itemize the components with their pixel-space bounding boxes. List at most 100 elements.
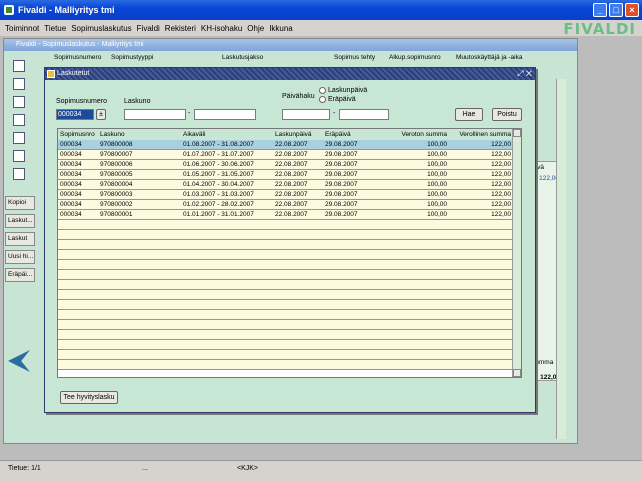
empty-table-row[interactable] (58, 300, 513, 310)
empty-table-row[interactable] (58, 310, 513, 320)
previous-record-icon[interactable] (13, 114, 25, 126)
empty-table-row[interactable] (58, 350, 513, 360)
cell-contract: 000034 (60, 141, 82, 148)
date-dash: - (333, 110, 336, 117)
search-button[interactable]: Hae (455, 108, 483, 121)
invoice-date-radio-label: Laskunpäivä (328, 87, 368, 94)
menu-sopimuslaskutus[interactable]: Sopimuslaskutus (71, 24, 131, 33)
menu-ikkuna[interactable]: Ikkuna (269, 24, 293, 33)
menu-fivaldi[interactable]: Fivaldi (137, 24, 160, 33)
close-button[interactable]: × (625, 3, 639, 17)
cell-period: 01.04.2007 - 30.04.2007 (183, 181, 254, 188)
col-period[interactable]: Aikaväli (181, 129, 273, 140)
scroll-up-icon[interactable] (513, 129, 521, 137)
cell-invoice: 970800002 (100, 201, 133, 208)
invoice-table: Sopimusnro Laskuno Aikaväli Laskunpäivä … (57, 128, 522, 378)
table-row[interactable]: 000034 970800006 01.06.2007 - 30.06.2007 22… (58, 160, 513, 170)
last-record-icon[interactable] (13, 132, 25, 144)
table-row[interactable]: 000034 970800001 01.01.2007 - 31.01.2007 22… (58, 210, 513, 220)
minimize-button[interactable]: _ (593, 3, 607, 17)
cell-invoice-date: 22.08.2007 (275, 141, 308, 148)
invoice-from-input[interactable] (124, 109, 186, 120)
menu-tietue[interactable]: Tietue (44, 24, 66, 33)
table-row[interactable]: 000034 970800008 01.08.2007 - 31.08.2007 22… (58, 140, 513, 150)
invoice-date-radio[interactable] (319, 87, 326, 94)
table-scrollbar[interactable] (512, 129, 521, 377)
cell-period: 01.07.2007 - 31.07.2007 (183, 151, 254, 158)
bg-scrollbar[interactable] (556, 79, 566, 439)
cell-net: 100,00 (427, 181, 447, 188)
status-dots: ... (142, 465, 148, 472)
col-due-date[interactable]: Eräpäivä (323, 129, 391, 140)
col-contract[interactable]: Sopimusnro (58, 129, 98, 140)
cell-invoice-date: 22.08.2007 (275, 181, 308, 188)
empty-table-row[interactable] (58, 360, 513, 370)
menu-bar: Toiminnot Tietue Sopimuslaskutus Fivaldi… (0, 20, 642, 36)
exit-button[interactable]: Poistu (492, 108, 522, 121)
bg-header-contract: Sopimusnumero (54, 54, 102, 61)
empty-table-row[interactable] (58, 340, 513, 350)
menu-kh-isohaku[interactable]: KH-isohaku (201, 24, 242, 33)
contract-input[interactable]: 000034 (56, 109, 94, 120)
contract-dropdown-button[interactable]: ± (96, 109, 106, 120)
cell-due-date: 29.08.2007 (325, 161, 358, 168)
dialog-close-icon[interactable]: ⤢ ✕ (517, 68, 532, 80)
menu-ohje[interactable]: Ohje (247, 24, 264, 33)
empty-table-row[interactable] (58, 280, 513, 290)
empty-table-row[interactable] (58, 220, 513, 230)
cell-invoice: 970800007 (100, 151, 133, 158)
table-row[interactable]: 000034 970800007 01.07.2007 - 31.07.2007 22… (58, 150, 513, 160)
next-record-icon[interactable] (13, 96, 25, 108)
col-net[interactable]: Veroton summa (391, 129, 449, 140)
scroll-down-icon[interactable] (513, 369, 521, 377)
empty-table-row[interactable] (58, 260, 513, 270)
col-gross[interactable]: Verollinen summa (449, 129, 513, 140)
cell-contract: 000034 (60, 191, 82, 198)
cell-invoice-date: 22.08.2007 (275, 211, 308, 218)
table-row[interactable]: 000034 970800003 01.03.2007 - 31.03.2007 22… (58, 190, 513, 200)
print-icon[interactable] (13, 168, 25, 180)
due-date-button[interactable]: Eräpäi... (5, 268, 35, 282)
dialog-title: Laskutetut (57, 70, 90, 77)
col-invoice-date[interactable]: Laskunpäivä (273, 129, 323, 140)
table-row[interactable]: 000034 970800004 01.04.2007 - 30.04.2007 22… (58, 180, 513, 190)
save-icon[interactable] (13, 60, 25, 72)
invoices-button[interactable]: Laskut (5, 232, 35, 246)
dialog-title-bar: Laskutetut ⤢ ✕ (45, 68, 535, 80)
due-date-radio[interactable] (319, 96, 326, 103)
table-row[interactable]: 000034 970800005 01.05.2007 - 31.05.2007 22… (58, 170, 513, 180)
cell-contract: 000034 (60, 151, 82, 158)
empty-table-row[interactable] (58, 270, 513, 280)
first-record-icon[interactable] (13, 78, 25, 90)
cell-gross: 122,00 (491, 211, 511, 218)
new-button[interactable]: Uusi hi... (5, 250, 35, 264)
col-invoice[interactable]: Laskuno (98, 129, 181, 140)
cell-invoice: 970800003 (100, 191, 133, 198)
cell-gross: 122,00 (491, 151, 511, 158)
table-row[interactable]: 000034 970800002 01.02.2007 - 28.02.2007 22… (58, 200, 513, 210)
cell-invoice: 970800006 (100, 161, 133, 168)
cell-period: 01.06.2007 - 30.06.2007 (183, 161, 254, 168)
copy-button[interactable]: Kopioi (5, 196, 35, 210)
app-icon (4, 5, 14, 15)
cell-period: 01.02.2007 - 28.02.2007 (183, 201, 254, 208)
maximize-button[interactable]: □ (609, 3, 623, 17)
empty-table-row[interactable] (58, 250, 513, 260)
invoice-to-input[interactable] (194, 109, 256, 120)
empty-table-row[interactable] (58, 330, 513, 340)
empty-table-row[interactable] (58, 320, 513, 330)
menu-rekisteri[interactable]: Rekisteri (165, 24, 196, 33)
cell-invoice: 970800004 (100, 181, 133, 188)
menu-toiminnot[interactable]: Toiminnot (5, 24, 39, 33)
date-to-input[interactable] (339, 109, 389, 120)
empty-table-row[interactable] (58, 230, 513, 240)
empty-table-row[interactable] (58, 290, 513, 300)
bg-header-period: Laskutusjakso (222, 54, 264, 61)
refund-invoice-button[interactable]: Tee hyvityslasku (60, 391, 118, 404)
status-bar: Tietue: 1/1 ... <KJK> (0, 460, 642, 481)
date-from-input[interactable] (282, 109, 330, 120)
cell-gross: 122,00 (491, 161, 511, 168)
help-icon[interactable] (13, 150, 25, 162)
empty-table-row[interactable] (58, 240, 513, 250)
invoice-button-1[interactable]: Laskut... (5, 214, 35, 228)
